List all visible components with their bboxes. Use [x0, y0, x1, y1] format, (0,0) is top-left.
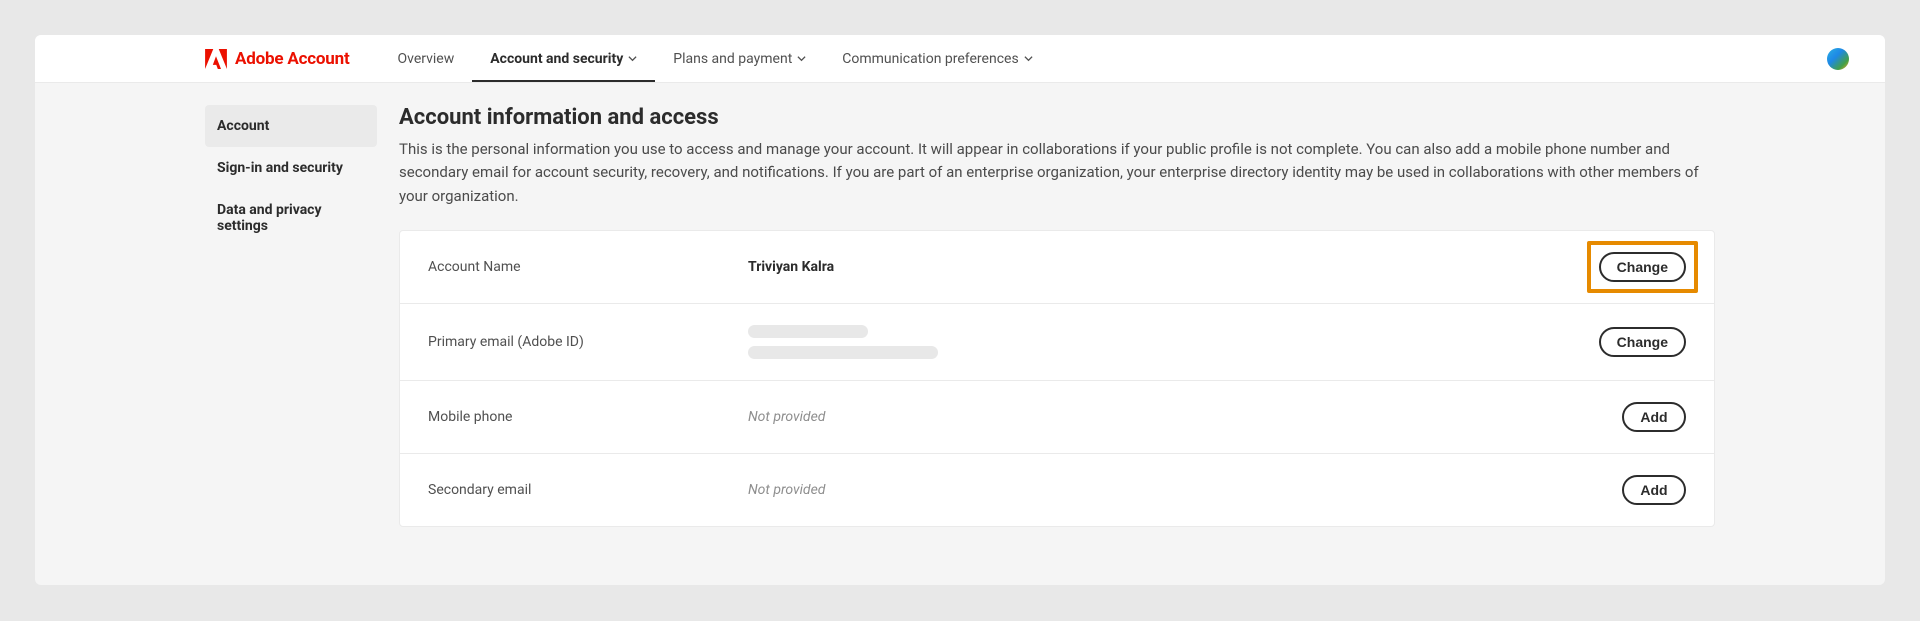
redacted-bar [748, 346, 938, 359]
sidebar: Account Sign-in and security Data and pr… [205, 105, 377, 527]
nav-label: Overview [398, 51, 455, 67]
add-button[interactable]: Add [1622, 475, 1686, 505]
sidebar-item-data-privacy[interactable]: Data and privacy settings [205, 189, 377, 247]
redacted-bar [748, 325, 868, 338]
chevron-down-icon [628, 54, 637, 63]
top-navigation: Adobe Account Overview Account and secur… [35, 35, 1885, 83]
sidebar-item-signin-security[interactable]: Sign-in and security [205, 147, 377, 189]
row-account-name: Account Name Triviyan Kalra Change [400, 231, 1714, 304]
field-action: Change [1599, 252, 1686, 282]
field-label: Secondary email [428, 482, 748, 498]
change-button[interactable]: Change [1599, 327, 1686, 357]
brand[interactable]: Adobe Account [205, 49, 350, 69]
nav-label: Plans and payment [673, 51, 792, 67]
adobe-logo-icon [205, 49, 227, 69]
sidebar-item-label: Sign-in and security [217, 160, 343, 176]
field-label: Primary email (Adobe ID) [428, 334, 748, 350]
page-description: This is the personal information you use… [399, 138, 1715, 208]
row-mobile-phone: Mobile phone Not provided Add [400, 381, 1714, 454]
nav-item-communication-preferences[interactable]: Communication preferences [824, 35, 1050, 82]
change-button[interactable]: Change [1599, 252, 1686, 282]
account-info-card: Account Name Triviyan Kalra Change Prima… [399, 230, 1715, 527]
field-value-redacted [748, 325, 1599, 359]
highlight-annotation: Change [1587, 241, 1698, 293]
nav-item-account-security[interactable]: Account and security [472, 35, 655, 82]
field-label: Account Name [428, 259, 748, 275]
chevron-down-icon [1024, 54, 1033, 63]
field-value: Triviyan Kalra [748, 259, 1599, 275]
sidebar-item-account[interactable]: Account [205, 105, 377, 147]
nav-label: Account and security [490, 51, 623, 67]
avatar[interactable] [1827, 48, 1849, 70]
page-title: Account information and access [399, 105, 1715, 130]
field-action: Add [1622, 402, 1686, 432]
nav-items: Overview Account and security Plans and … [380, 35, 1051, 82]
field-action: Change [1599, 327, 1686, 357]
field-action: Add [1622, 475, 1686, 505]
field-label: Mobile phone [428, 409, 748, 425]
main-content: Account information and access This is t… [399, 105, 1715, 527]
row-secondary-email: Secondary email Not provided Add [400, 454, 1714, 526]
add-button[interactable]: Add [1622, 402, 1686, 432]
brand-text: Adobe Account [235, 49, 350, 69]
nav-label: Communication preferences [842, 51, 1018, 67]
chevron-down-icon [797, 54, 806, 63]
field-value: Not provided [748, 482, 1622, 498]
sidebar-item-label: Data and privacy settings [217, 202, 322, 234]
field-value: Not provided [748, 409, 1622, 425]
nav-item-overview[interactable]: Overview [380, 35, 473, 82]
row-primary-email: Primary email (Adobe ID) Change [400, 304, 1714, 381]
sidebar-item-label: Account [217, 118, 269, 134]
nav-item-plans-payment[interactable]: Plans and payment [655, 35, 824, 82]
